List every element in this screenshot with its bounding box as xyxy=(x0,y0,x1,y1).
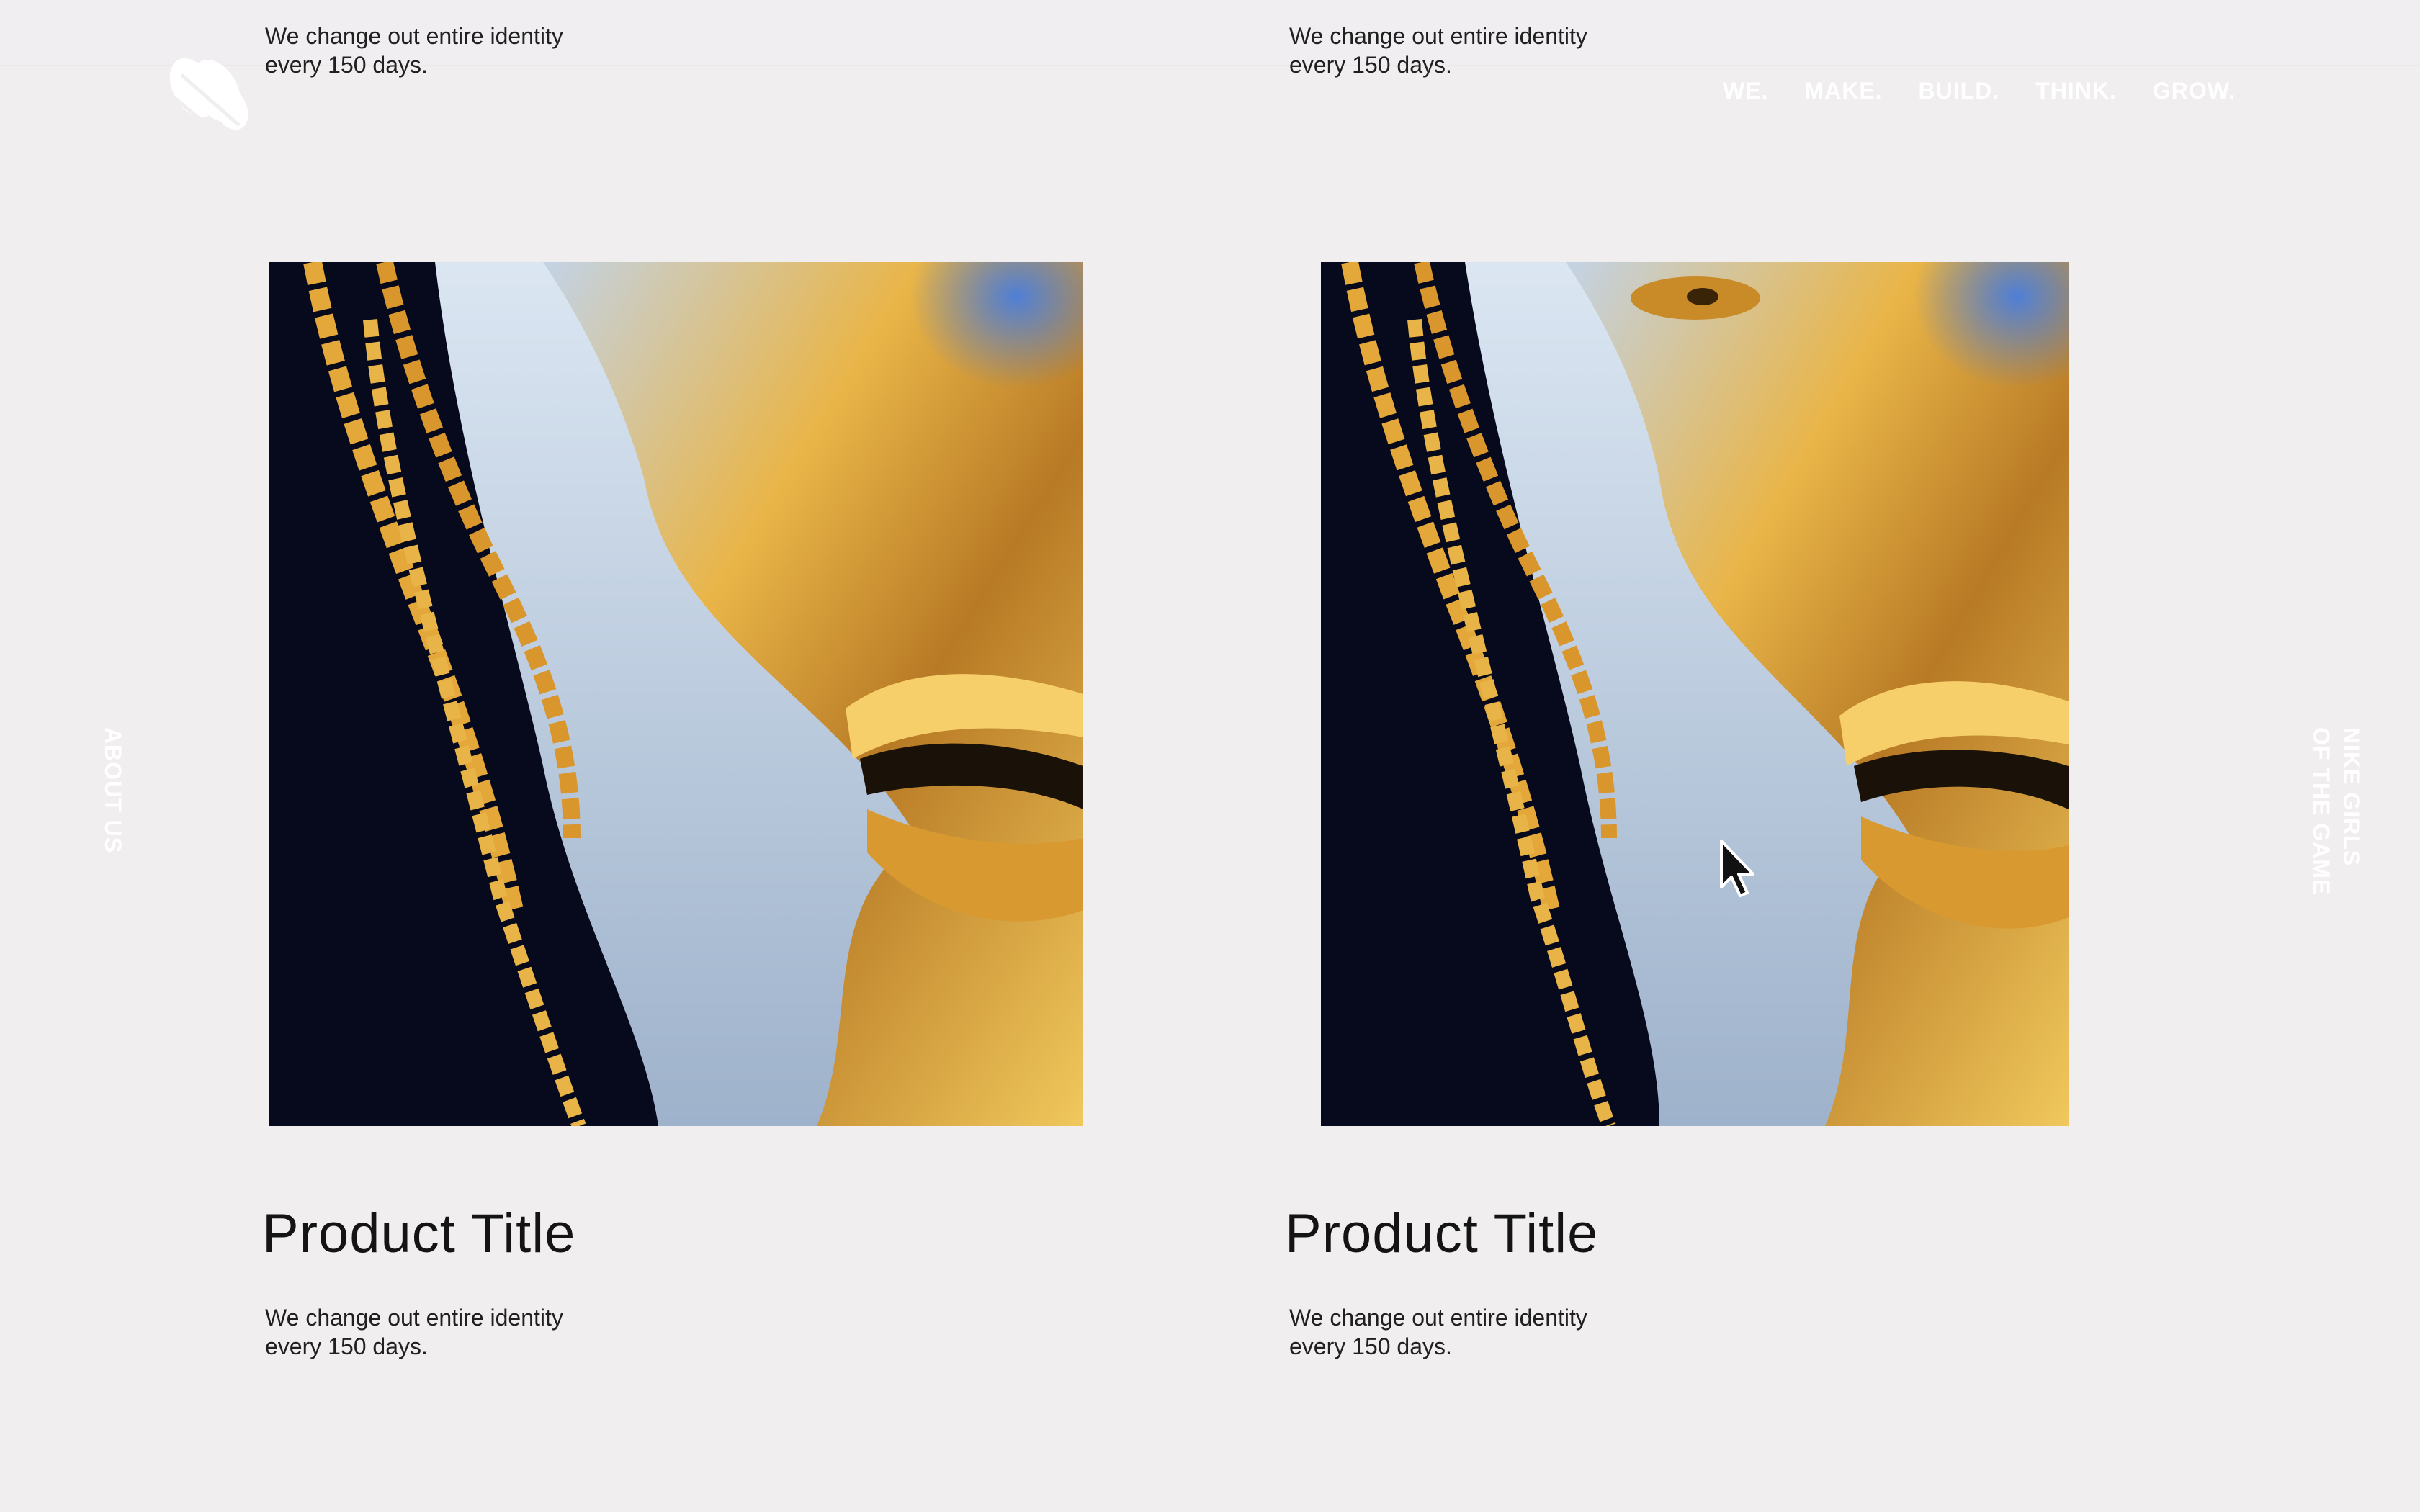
sculpture-image-1 xyxy=(269,262,1083,1126)
product-image-2[interactable] xyxy=(1321,262,2069,1126)
sculpture-image-2 xyxy=(1321,262,2069,1126)
product-image-1[interactable] xyxy=(269,262,1083,1126)
nav-grow[interactable]: GROW. xyxy=(2153,78,2236,104)
nav-make[interactable]: MAKE. xyxy=(1804,78,1882,104)
nav-we[interactable]: WE. xyxy=(1723,78,1768,104)
product-description-1: We change out entire identity every 150 … xyxy=(265,1305,563,1359)
product-description-2: We change out entire identity every 150 … xyxy=(1289,1305,1587,1359)
top-description-left: We change out entire identity every 150 … xyxy=(265,23,563,78)
nav-build[interactable]: BUILD. xyxy=(1919,78,2000,104)
mouse-cursor-icon xyxy=(1718,838,1757,900)
nav-think[interactable]: THINK. xyxy=(2035,78,2117,104)
logo-mark[interactable] xyxy=(160,46,252,143)
page: We change out entire identity every 150 … xyxy=(0,0,2420,1512)
side-label-nike-girls[interactable]: NIKE GIRLS OF THE GAME xyxy=(2306,727,2367,895)
side-label-about-us[interactable]: ABOUT US xyxy=(98,727,128,853)
main-nav: WE. MAKE. BUILD. THINK. GROW. xyxy=(1723,78,2236,104)
product-title-1[interactable]: Product Title xyxy=(262,1202,575,1265)
top-description-right: We change out entire identity every 150 … xyxy=(1289,23,1587,78)
logo-mark-icon xyxy=(169,58,248,141)
product-title-2[interactable]: Product Title xyxy=(1285,1202,1598,1265)
